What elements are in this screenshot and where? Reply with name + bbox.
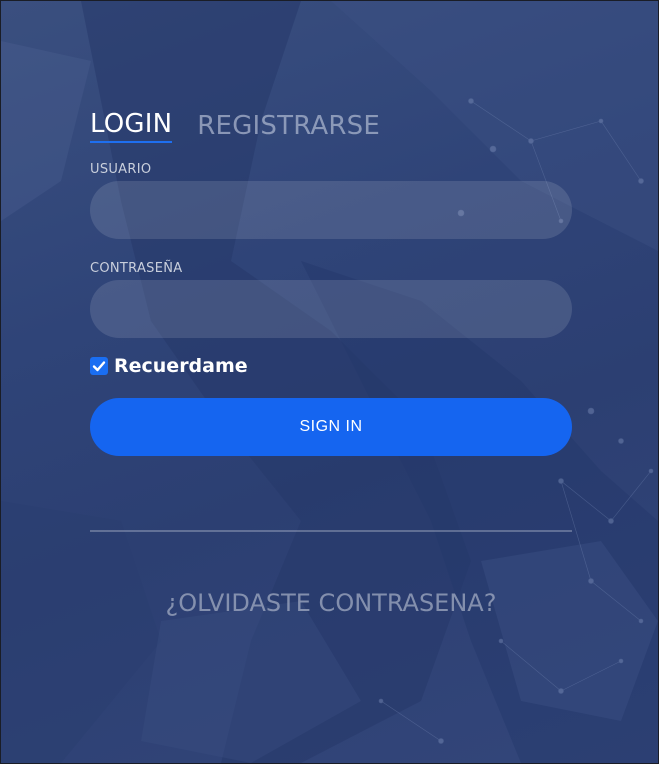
password-label: CONTRASEÑA xyxy=(90,261,183,276)
auth-tabs: LOGIN REGISTRARSE xyxy=(90,109,380,143)
sign-in-label: SIGN IN xyxy=(299,418,363,435)
login-panel: LOGIN REGISTRARSE USUARIO CONTRASEÑA Rec… xyxy=(0,0,659,764)
remember-checkbox[interactable] xyxy=(90,357,108,375)
remember-me[interactable]: Recuerdame xyxy=(90,355,248,377)
sign-in-button[interactable]: SIGN IN xyxy=(90,398,572,456)
username-input[interactable] xyxy=(90,181,572,239)
divider xyxy=(90,530,572,532)
password-input[interactable] xyxy=(90,280,572,338)
remember-label: Recuerdame xyxy=(114,355,248,377)
forgot-password-link[interactable]: ¿OLVIDASTE CONTRASENA? xyxy=(90,589,572,617)
tab-login[interactable]: LOGIN xyxy=(90,109,173,143)
tab-register[interactable]: REGISTRARSE xyxy=(197,111,380,143)
username-label: USUARIO xyxy=(90,162,152,177)
check-icon xyxy=(92,361,106,372)
